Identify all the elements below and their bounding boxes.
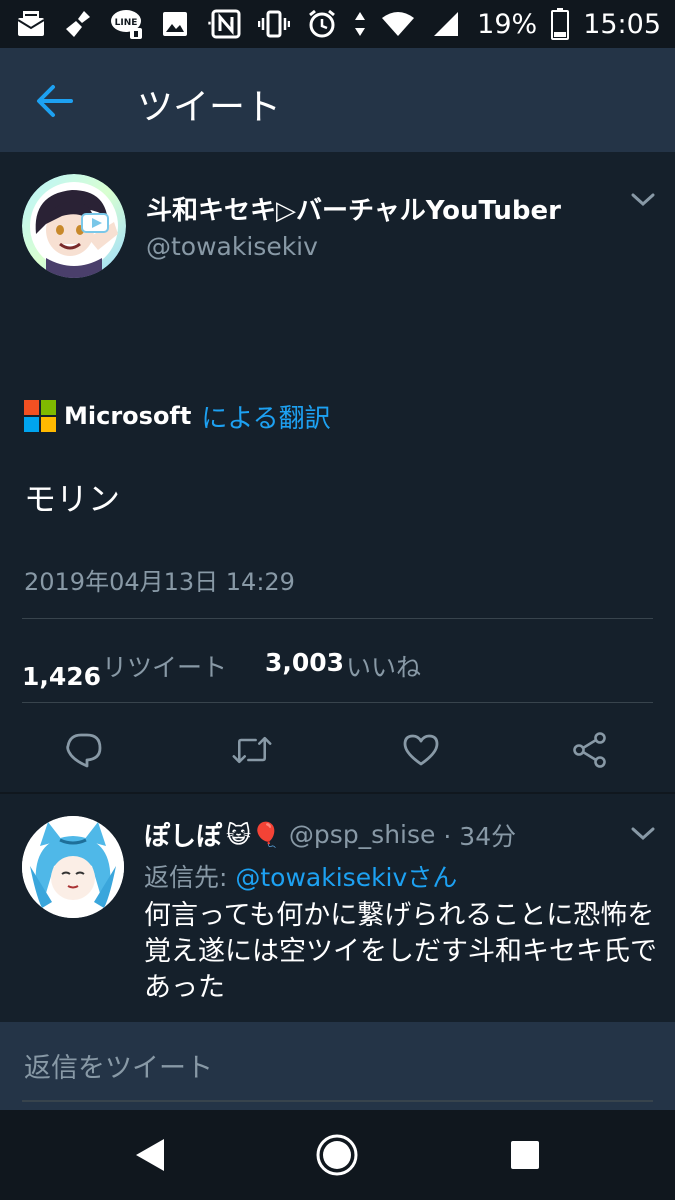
app-bar: ツイート xyxy=(0,48,675,152)
reply-display-name[interactable]: ぽしぽ xyxy=(144,816,222,853)
user-handle[interactable]: @towakisekiv xyxy=(146,232,318,261)
broom-icon xyxy=(62,7,96,41)
like-label[interactable]: いいね xyxy=(346,648,421,684)
battery-icon xyxy=(551,7,570,41)
divider xyxy=(22,702,653,703)
nav-home-icon[interactable] xyxy=(314,1132,360,1178)
like-icon[interactable] xyxy=(401,730,441,770)
page-title: ツイート xyxy=(137,87,282,128)
reply-to-link[interactable]: @towakisekivさん xyxy=(235,863,457,892)
status-bar: LINE · · 19% 15:05 xyxy=(0,0,675,48)
back-button[interactable] xyxy=(30,76,80,126)
line-icon: LINE xyxy=(110,7,144,41)
arrow-left-icon xyxy=(37,85,73,117)
reply-icon[interactable] xyxy=(64,730,104,770)
nav-recents-icon[interactable] xyxy=(502,1132,548,1178)
reply-to-prefix: 返信先: xyxy=(144,863,236,892)
tweet-actions xyxy=(0,712,675,792)
svg-text:LINE: LINE xyxy=(115,18,138,28)
reply-name-emoji: 😺🎈 xyxy=(226,820,281,849)
system-nav-bar xyxy=(0,1110,675,1200)
like-count[interactable]: 3,003 xyxy=(265,648,344,677)
signal-icon xyxy=(429,7,463,41)
tweet-stats: 1,426 リツイート 3,003 いいね xyxy=(22,622,653,702)
wifi-icon xyxy=(381,7,415,41)
retweet-count[interactable]: 1,426 xyxy=(22,662,101,691)
image-icon xyxy=(158,7,192,41)
battery-percent: 19% xyxy=(477,8,538,40)
reply-tweet[interactable]: ぽしぽ 😺🎈 @psp_shise · 34分 返信先: @towakiseki… xyxy=(0,794,675,1022)
divider xyxy=(22,618,653,619)
translation-provider: Microsoft xyxy=(64,402,192,430)
data-arrows-icon xyxy=(353,7,367,41)
retweet-icon[interactable] xyxy=(232,730,272,770)
input-underline xyxy=(22,1100,653,1102)
nfc-icon xyxy=(209,7,243,41)
mail-icon xyxy=(14,7,48,41)
translation-attribution: Microsoft による翻訳 xyxy=(24,396,331,436)
chevron-down-icon[interactable] xyxy=(630,824,656,844)
avatar[interactable] xyxy=(22,816,124,918)
chevron-down-icon[interactable] xyxy=(630,190,656,210)
reply-context: 返信先: @towakisekivさん xyxy=(144,858,457,894)
reply-header: ぽしぽ 😺🎈 @psp_shise · 34分 xyxy=(144,816,516,853)
translation-link[interactable]: による翻訳 xyxy=(201,398,330,435)
microsoft-logo-icon xyxy=(24,400,56,432)
display-name[interactable]: 斗和キセキ▷バーチャルYouTuber xyxy=(146,190,561,227)
reply-handle[interactable]: @psp_shise xyxy=(289,820,435,849)
tweet-text: モリン xyxy=(24,480,121,518)
retweet-label[interactable]: リツイート xyxy=(102,648,227,684)
tweet-timestamp: 2019年04月13日 14:29 xyxy=(24,568,295,596)
nav-back-icon[interactable] xyxy=(127,1132,173,1178)
reply-text: 何言っても何かに繋げられることに恐怖を覚え遂には空ツイをしだす斗和キセキ氏であっ… xyxy=(144,900,657,1003)
reply-input[interactable]: 返信をツイート xyxy=(24,1046,213,1085)
vibrate-icon xyxy=(257,7,291,41)
avatar[interactable] xyxy=(22,174,126,278)
reply-composer: 返信をツイート xyxy=(0,1022,675,1110)
clock: 15:05 xyxy=(583,8,661,40)
share-icon[interactable] xyxy=(570,730,610,770)
reply-time: · 34分 xyxy=(443,821,517,851)
alarm-icon xyxy=(305,7,339,41)
